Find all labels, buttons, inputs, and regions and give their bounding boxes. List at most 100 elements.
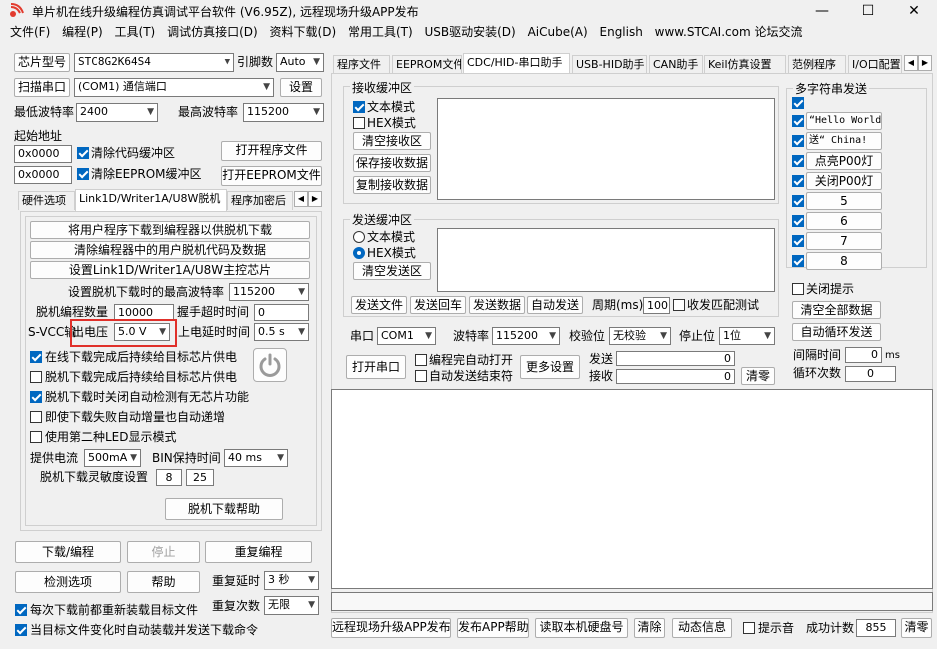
send-hex-mode-radio[interactable] — [353, 247, 365, 259]
tab-usb-hid[interactable]: USB-HID助手 — [572, 55, 647, 73]
send-enter-button[interactable]: 发送回车 — [410, 296, 466, 314]
menu-program[interactable]: 编程(P) — [58, 22, 107, 42]
multi-item-5-button[interactable]: 5 — [806, 192, 882, 210]
chip-model-button[interactable]: 芯片型号 — [14, 53, 70, 72]
multi-item-2-button[interactable]: 送“ China! — [806, 132, 882, 150]
handshake-timeout-input[interactable]: 0 — [254, 304, 309, 321]
offline-max-baud-select[interactable]: 115200 ▼ — [229, 283, 309, 301]
send-text-mode-radio[interactable] — [353, 231, 365, 243]
reprogram-button[interactable]: 重复编程 — [205, 541, 312, 563]
tab-eeprom-file[interactable]: EEPROM文件 — [392, 55, 462, 73]
set-master-chip-button[interactable]: 设置Link1D/Writer1A/U8W主控芯片 — [30, 261, 310, 279]
send-data-button[interactable]: 发送数据 — [469, 296, 525, 314]
open-program-file-button[interactable]: 打开程序文件 — [221, 141, 322, 161]
sound-checkbox[interactable] — [743, 622, 755, 634]
match-test-checkbox[interactable] — [673, 299, 685, 311]
pin-count-select[interactable]: Auto ▼ — [276, 53, 324, 72]
menu-usb-driver[interactable]: USB驱动安装(D) — [420, 22, 519, 42]
tab-serial-assistant[interactable]: CDC/HID-串口助手 — [463, 53, 570, 74]
receive-textarea[interactable] — [437, 98, 775, 200]
serial-port-select[interactable]: COM1 ▼ — [377, 327, 436, 345]
check-options-button[interactable]: 检测选项 — [15, 571, 121, 593]
auto-end-checkbox[interactable] — [415, 370, 427, 382]
bin-hold-select[interactable]: 40 ms ▼ — [224, 449, 288, 467]
sensitivity-input-1[interactable]: 8 — [156, 469, 182, 486]
maximize-button[interactable]: ☐ — [845, 0, 891, 22]
multi-item-8-checkbox[interactable] — [792, 255, 804, 267]
recv-hex-mode-checkbox[interactable] — [353, 117, 365, 129]
settings-button[interactable]: 设置 — [280, 78, 322, 97]
reload-before-download-checkbox[interactable] — [15, 604, 27, 616]
multi-item-4-button[interactable]: 关闭P00灯 — [806, 172, 882, 190]
clear-count-button[interactable]: 清零 — [741, 367, 775, 385]
clear-receive-button[interactable]: 清空接收区 — [353, 132, 431, 150]
right-tab-scroll-left-icon[interactable]: ◀ — [904, 55, 918, 71]
multi-item-7-button[interactable]: 7 — [806, 232, 882, 250]
send-textarea[interactable] — [437, 228, 775, 292]
multi-item-1-button[interactable]: “Hello World” — [806, 112, 882, 130]
clear-log-button[interactable]: 清除 — [634, 618, 665, 638]
recv-text-mode-checkbox[interactable] — [353, 101, 365, 113]
publish-app-button[interactable]: 远程现场升级APP发布 — [331, 618, 451, 638]
auto-loop-send-button[interactable]: 自动循环发送 — [792, 323, 881, 341]
repeat-delay-select[interactable]: 3 秒 ▼ — [264, 571, 319, 590]
auto-open-checkbox[interactable] — [415, 354, 427, 366]
port-select[interactable]: (COM1) 通信端口 ▼ — [74, 78, 274, 97]
tab-encrypt[interactable]: 程序加密后 — [227, 191, 293, 210]
led-mode-checkbox[interactable] — [30, 431, 42, 443]
code-address-input[interactable]: 0x0000 — [14, 145, 72, 163]
tab-keil-settings[interactable]: Keil仿真设置 — [704, 55, 786, 73]
chip-model-select[interactable]: STC8G2K64S4 ▼ — [74, 53, 234, 72]
right-tab-scroll-right-icon[interactable]: ▶ — [918, 55, 932, 71]
menu-debug[interactable]: 调试仿真接口(D) — [163, 22, 262, 42]
stop-button[interactable]: 停止 — [127, 541, 200, 563]
multi-item-4-checkbox[interactable] — [792, 175, 804, 187]
multi-item-2-checkbox[interactable] — [792, 135, 804, 147]
multi-item-3-checkbox[interactable] — [792, 155, 804, 167]
tab-offline[interactable]: Link1D/Writer1A/U8W脱机 — [75, 189, 227, 211]
tab-scroll-left-icon[interactable]: ◀ — [294, 191, 308, 207]
supply-current-select[interactable]: 500mA ▼ — [84, 449, 141, 467]
keep-power-offline-checkbox[interactable] — [30, 371, 42, 383]
auto-load-checkbox[interactable] — [15, 624, 27, 636]
multi-item-1-checkbox[interactable] — [792, 115, 804, 127]
menu-tools[interactable]: 工具(T) — [111, 22, 160, 42]
serial-baud-select[interactable]: 115200 ▼ — [492, 327, 560, 345]
disable-chip-detect-checkbox[interactable] — [30, 391, 42, 403]
max-baud-select[interactable]: 115200 ▼ — [243, 103, 324, 122]
min-baud-select[interactable]: 2400 ▼ — [76, 103, 158, 122]
clear-code-checkbox[interactable] — [77, 147, 89, 159]
tab-can[interactable]: CAN助手 — [649, 55, 703, 73]
download-to-programmer-button[interactable]: 将用户程序下载到编程器以供脱机下载 — [30, 221, 310, 239]
menu-aicube[interactable]: AiCube(A) — [524, 22, 592, 42]
stop-bits-select[interactable]: 1位 ▼ — [719, 327, 775, 345]
clear-eeprom-checkbox[interactable] — [77, 168, 89, 180]
open-serial-button[interactable]: 打开串口 — [346, 355, 406, 379]
send-file-button[interactable]: 发送文件 — [351, 296, 407, 314]
multi-item-6-checkbox[interactable] — [792, 215, 804, 227]
offline-help-button[interactable]: 脱机下载帮助 — [165, 498, 283, 520]
multi-item-5-checkbox[interactable] — [792, 195, 804, 207]
keep-power-online-checkbox[interactable] — [30, 351, 42, 363]
multi-select-all-checkbox[interactable] — [792, 97, 804, 109]
tab-scroll-right-icon[interactable]: ▶ — [308, 191, 322, 207]
multi-item-3-button[interactable]: 点亮P00灯 — [806, 152, 882, 170]
auto-send-button[interactable]: 自动发送 — [527, 296, 583, 314]
sensitivity-input-2[interactable]: 25 — [186, 469, 214, 486]
more-settings-button[interactable]: 更多设置 — [520, 355, 580, 379]
menu-english[interactable]: English — [596, 22, 647, 42]
clear-programmer-code-button[interactable]: 清除编程器中的用户脱机代码及数据 — [30, 241, 310, 259]
auto-increment-checkbox[interactable] — [30, 411, 42, 423]
minimize-button[interactable]: — — [799, 0, 845, 22]
repeat-count-select[interactable]: 无限 ▼ — [264, 596, 319, 615]
multi-item-6-button[interactable]: 6 — [806, 212, 882, 230]
download-program-button[interactable]: 下载/编程 — [15, 541, 121, 563]
save-receive-button[interactable]: 保存接收数据 — [353, 154, 431, 172]
read-disk-id-button[interactable]: 读取本机硬盘号 — [535, 618, 628, 638]
tab-program-file[interactable]: 程序文件 — [333, 55, 390, 73]
parity-select[interactable]: 无校验 ▼ — [609, 327, 671, 345]
menu-file[interactable]: 文件(F) — [6, 22, 54, 42]
publish-help-button[interactable]: 发布APP帮助 — [457, 618, 529, 638]
dynamic-info-button[interactable]: 动态信息 — [672, 618, 732, 638]
close-button[interactable]: ✕ — [891, 0, 937, 22]
